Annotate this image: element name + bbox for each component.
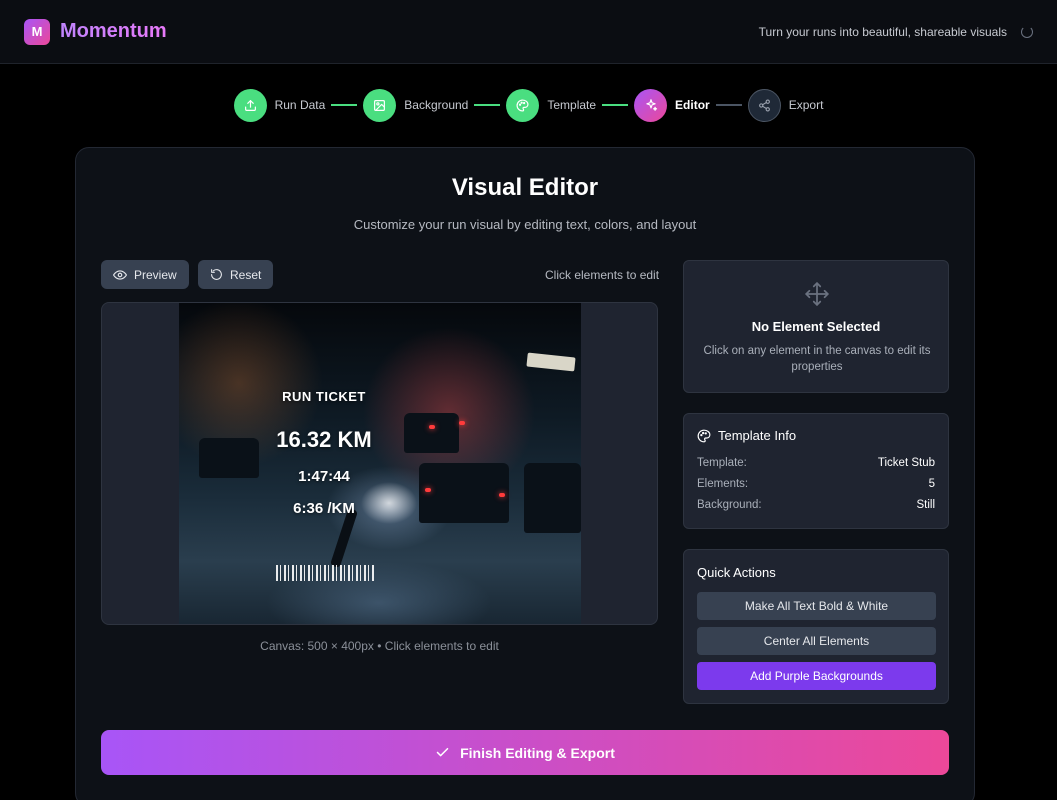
tagline: Turn your runs into beautiful, shareable… — [758, 24, 1007, 39]
step-run-data[interactable]: Run Data — [233, 88, 326, 122]
canvas-background-image: RUN TICKET 16.32 KM 1:47:44 6:36 /KM — [179, 303, 581, 624]
step-label: Template — [547, 98, 597, 112]
step-connector — [331, 104, 358, 106]
info-value: Still — [916, 499, 935, 511]
share-icon — [747, 88, 781, 122]
info-value: 5 — [928, 478, 935, 490]
palette-icon — [697, 429, 711, 442]
time-text[interactable]: 1:47:44 — [179, 468, 469, 485]
header-right: Turn your runs into beautiful, shareable… — [759, 25, 1033, 39]
step-template[interactable]: Template — [506, 88, 597, 122]
info-row-elements: Elements: 5 — [697, 478, 935, 490]
quick-actions-heading: Quick Actions — [697, 565, 776, 580]
stepper: Run Data Background Template Editor Expo… — [0, 88, 1057, 122]
brake-light — [459, 421, 465, 425]
move-icon — [805, 282, 829, 306]
step-editor[interactable]: Editor — [634, 88, 710, 122]
info-key: Background: — [697, 499, 762, 511]
car-shape — [524, 463, 581, 533]
preview-button[interactable]: Preview — [101, 260, 189, 289]
eye-icon — [113, 269, 127, 280]
street-sign — [526, 352, 576, 372]
step-label: Background — [404, 98, 469, 112]
bold-white-button[interactable]: Make All Text Bold & White — [697, 592, 936, 620]
edit-hint: Click elements to edit — [545, 268, 660, 282]
info-row-background: Background: Still — [697, 499, 935, 511]
brand[interactable]: M Momentum — [24, 18, 167, 45]
upload-icon — [233, 88, 267, 122]
no-selection-title: No Element Selected — [751, 319, 881, 334]
app-header: M Momentum Turn your runs into beautiful… — [0, 0, 1057, 64]
template-info-panel: Template Info Template: Ticket Stub Elem… — [683, 413, 949, 529]
ticket-title-text[interactable]: RUN TICKET — [179, 389, 469, 404]
info-value: Ticket Stub — [877, 457, 935, 469]
template-info-title: Template Info — [718, 428, 797, 443]
distance-text[interactable]: 16.32 KM — [179, 427, 469, 453]
step-label: Export — [788, 98, 824, 112]
step-background[interactable]: Background — [363, 88, 469, 122]
brake-light — [499, 493, 505, 497]
editor-canvas[interactable]: RUN TICKET 16.32 KM 1:47:44 6:36 /KM — [101, 302, 658, 625]
quick-actions-panel: Quick Actions Make All Text Bold & White… — [683, 549, 949, 704]
no-selection-description: Click on any element in the canvas to ed… — [703, 345, 931, 373]
loading-spinner-icon — [1021, 25, 1033, 38]
reset-icon — [211, 269, 222, 280]
reset-label: Reset — [230, 267, 262, 282]
brand-logo: M — [24, 18, 50, 45]
selection-panel: No Element Selected Click on any element… — [683, 260, 949, 393]
info-key: Elements: — [697, 478, 749, 490]
pace-text[interactable]: 6:36 /KM — [179, 500, 469, 517]
purple-backgrounds-button[interactable]: Add Purple Backgrounds — [697, 662, 936, 690]
reset-button[interactable]: Reset — [198, 260, 274, 289]
brake-light — [425, 488, 431, 492]
brand-name: Momentum — [60, 20, 167, 42]
info-row-template: Template: Ticket Stub — [697, 457, 935, 469]
step-label: Editor — [675, 98, 710, 112]
page-title: Visual Editor — [451, 174, 599, 201]
center-all-button[interactable]: Center All Elements — [697, 627, 936, 655]
step-connector — [474, 104, 501, 106]
barcode-graphic[interactable] — [276, 565, 374, 581]
finish-export-label: Finish Editing & Export — [460, 744, 615, 761]
step-connector — [602, 104, 629, 106]
step-export[interactable]: Export — [747, 88, 824, 122]
canvas-caption: Canvas: 500 × 400px • Click elements to … — [260, 639, 499, 653]
image-icon — [363, 88, 397, 122]
page-subtitle: Customize your run visual by editing tex… — [353, 217, 697, 232]
finish-export-button[interactable]: Finish Editing & Export — [101, 730, 949, 775]
check-icon — [436, 747, 449, 757]
template-info-rows: Template: Ticket Stub Elements: 5 Backgr… — [697, 457, 935, 511]
template-info-heading: Template Info — [697, 428, 935, 443]
palette-icon — [506, 88, 540, 122]
sparkles-icon — [634, 88, 668, 122]
info-key: Template: — [697, 457, 747, 469]
step-connector — [715, 104, 742, 106]
step-label: Run Data — [274, 98, 326, 112]
preview-label: Preview — [134, 267, 177, 282]
